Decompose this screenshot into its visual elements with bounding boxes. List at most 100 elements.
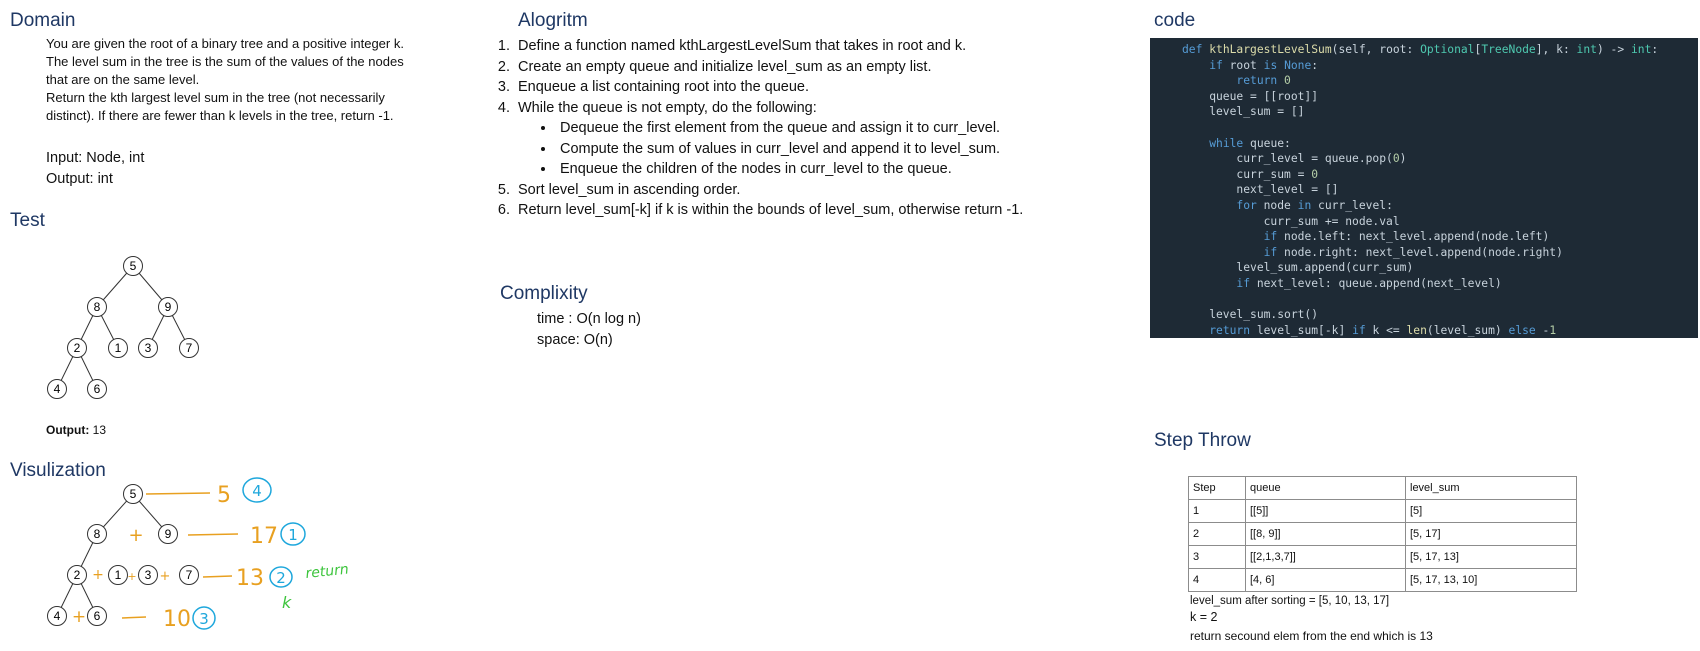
algorithm-heading: Alogritm	[518, 10, 588, 31]
level-sum: 5	[217, 483, 231, 508]
table-row: 4 [4, 6] [5, 17, 13, 10]	[1188, 568, 1577, 592]
code-block: def kthLargestLevelSum(self, root: Optio…	[1150, 38, 1698, 338]
code-text: def kthLargestLevelSum(self, root: Optio…	[1182, 43, 1659, 337]
svg-text:8: 8	[94, 527, 101, 541]
svg-text:7: 7	[186, 568, 193, 582]
svg-text:3: 3	[199, 610, 209, 628]
return-note: return	[305, 562, 350, 582]
k-line: k = 2	[1190, 610, 1218, 624]
level-sum: 17	[250, 524, 278, 549]
algorithm-substeps: Dequeue the first element from the queue…	[518, 118, 1154, 180]
complexity-values: time : O(n log n) space: O(n)	[537, 309, 641, 351]
table-cell: [5, 17, 13, 10]	[1405, 568, 1577, 592]
step-through-table: Step queue level_sum 1 [[5]] [5] 2 [[8, …	[1188, 476, 1577, 592]
test-output-label: Output:	[46, 423, 90, 437]
tree-node: 8	[87, 297, 107, 317]
svg-text:1: 1	[115, 568, 122, 582]
k-mark: k	[282, 593, 292, 612]
table-cell: [[8, 9]]	[1245, 522, 1406, 546]
viz-level-sums: 5 17 13 10	[163, 483, 278, 632]
column-header: level_sum	[1405, 476, 1577, 500]
viz-sum-connectors	[121, 492, 239, 619]
step-through-heading: Step Throw	[1154, 430, 1251, 451]
svg-text:1: 1	[288, 526, 298, 544]
algorithm-step: Sort level_sum in ascending order.	[514, 180, 1154, 201]
tree-node: 3	[138, 565, 158, 585]
table-cell: [5, 17, 13]	[1405, 545, 1577, 569]
after-sort-line: level_sum after sorting = [5, 10, 13, 17…	[1190, 595, 1390, 607]
plus-sign: +	[92, 567, 104, 583]
tree-node: 5	[123, 256, 143, 276]
tree-node: 9	[158, 524, 178, 544]
table-cell: 2	[1188, 522, 1246, 546]
svg-text:5: 5	[130, 487, 137, 501]
rank-mark: 3	[192, 606, 216, 630]
tree-node: 4	[47, 379, 67, 399]
table-cell: [[2,1,3,7]]	[1245, 545, 1406, 569]
tree-node: 2	[67, 565, 87, 585]
table-cell: [4, 6]	[1245, 568, 1406, 592]
tree-node: 5	[123, 484, 143, 504]
table-row: 1 [[5]] [5]	[1188, 499, 1577, 523]
svg-text:3: 3	[145, 341, 152, 355]
algorithm-steps: Define a function named kthLargestLevelS…	[488, 36, 1154, 221]
plus-sign: +	[160, 569, 171, 584]
svg-text:5: 5	[130, 259, 137, 273]
plus-sign: +	[127, 570, 136, 583]
table-cell: 1	[1188, 499, 1246, 523]
svg-text:4: 4	[252, 482, 262, 500]
tree-node: 9	[158, 297, 178, 317]
tree-node: 7	[179, 565, 199, 585]
svg-text:2: 2	[74, 568, 81, 582]
visualization-heading: Visulization	[10, 460, 106, 481]
rank-mark: 1	[280, 522, 306, 546]
rank-mark: 2	[269, 566, 293, 588]
algorithm-step: Create an empty queue and initialize lev…	[514, 57, 1154, 78]
table-cell: [5, 17]	[1405, 522, 1577, 546]
svg-text:6: 6	[94, 609, 101, 623]
svg-text:2: 2	[276, 569, 286, 587]
algorithm-substep: Enqueue the children of the nodes in cur…	[556, 159, 1154, 180]
table-cell: 3	[1188, 545, 1246, 569]
column-header: queue	[1245, 476, 1406, 500]
table-row: 3 [[2,1,3,7]] [5, 17, 13]	[1188, 545, 1577, 569]
table-header-row: Step queue level_sum	[1188, 476, 1577, 500]
svg-text:6: 6	[94, 382, 101, 396]
test-tree-edges	[56, 265, 190, 390]
tree-node: 1	[108, 565, 128, 585]
result-line: return secound elem from the end which i…	[1190, 629, 1433, 643]
tree-node: 2	[67, 338, 87, 358]
tree-node: 3	[138, 338, 158, 358]
complexity-time: time : O(n log n)	[537, 311, 641, 327]
tree-node: 4	[47, 606, 67, 626]
algorithm-substep: Compute the sum of values in curr_level …	[556, 139, 1154, 160]
tree-node: 1	[108, 338, 128, 358]
algorithm-step: Enqueue a list containing root into the …	[514, 77, 1154, 98]
svg-text:2: 2	[74, 341, 81, 355]
svg-text:8: 8	[94, 300, 101, 314]
level-sum: 10	[163, 607, 191, 632]
tree-node: 6	[87, 606, 107, 626]
step-through-notes: level_sum after sorting = [5, 10, 13, 17…	[1190, 594, 1433, 646]
complexity-heading: Complixity	[500, 283, 588, 304]
rank-mark: 4	[242, 477, 272, 503]
table-cell: [[5]]	[1245, 499, 1406, 523]
svg-text:9: 9	[165, 527, 172, 541]
plus-sign: +	[128, 525, 143, 546]
plus-sign: +	[72, 607, 86, 627]
tree-node: 6	[87, 379, 107, 399]
tree-node: 7	[179, 338, 199, 358]
table-cell: 4	[1188, 568, 1246, 592]
svg-text:4: 4	[54, 609, 61, 623]
column-header: Step	[1188, 476, 1246, 500]
test-output-value: 13	[92, 423, 107, 437]
viz-tree-edges	[56, 493, 169, 617]
svg-text:7: 7	[186, 341, 193, 355]
svg-text:9: 9	[165, 300, 172, 314]
svg-text:1: 1	[115, 341, 122, 355]
algorithm-step: Define a function named kthLargestLevelS…	[514, 36, 1154, 57]
complexity-space: space: O(n)	[537, 332, 613, 348]
tree-node: 8	[87, 524, 107, 544]
svg-text:4: 4	[54, 382, 61, 396]
svg-text:3: 3	[145, 568, 152, 582]
